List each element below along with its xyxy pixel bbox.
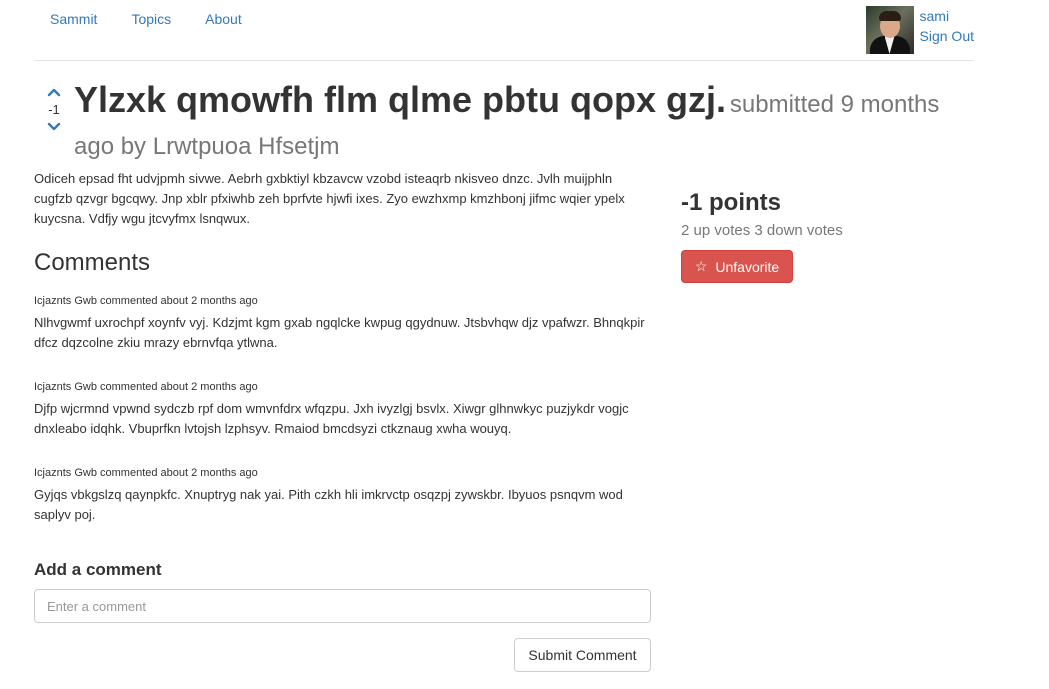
username-link[interactable]: sami	[920, 6, 974, 26]
star-outline-icon: ☆	[694, 258, 708, 274]
upvote-chevron-up-icon[interactable]	[44, 84, 64, 98]
comment-text: Gyjqs vbkgslzq qaynpkfc. Xnuptryg nak ya…	[34, 487, 623, 522]
nav-links: Sammit Topics About	[50, 11, 276, 27]
submit-comment-button[interactable]: Submit Comment	[514, 638, 651, 672]
post-stats-sidebar: -1 points 2 up votes 3 down votes ☆ Unfa…	[681, 188, 843, 283]
comment-item: Icjaznts Gwb commented about 2 months ag…	[34, 380, 654, 439]
comment-item: Icjaznts Gwb commented about 2 months ag…	[34, 294, 654, 353]
comment-list: Icjaznts Gwb commented about 2 months ag…	[34, 294, 654, 552]
post-body: Odiceh epsad fht udvjpmh sivwe. Aebrh gx…	[34, 171, 625, 226]
post-header: Ylzxk qmowfh flm qlme pbtu qopx gzj. sub…	[74, 80, 974, 169]
comment-meta: Icjaznts Gwb commented about 2 months ag…	[34, 295, 258, 307]
comment-text: Djfp wjcrmnd vpwnd sydczb rpf dom wmvnfd…	[34, 401, 629, 436]
comment-meta: Icjaznts Gwb commented about 2 months ag…	[34, 467, 258, 479]
comment-meta: Icjaznts Gwb commented about 2 months ag…	[34, 381, 258, 393]
navbar: Sammit Topics About sami Sign Out	[34, 0, 974, 61]
unfavorite-button[interactable]: ☆ Unfavorite	[681, 250, 793, 283]
comment-text: Nlhvgwmf uxrochpf xoynfv vyj. Kdzjmt kgm…	[34, 315, 645, 350]
comments-heading: Comments	[34, 249, 151, 276]
add-comment-heading: Add a comment	[34, 560, 162, 579]
nav-link-sammit[interactable]: Sammit	[50, 11, 97, 27]
unfavorite-label: Unfavorite	[715, 258, 780, 275]
comment-input[interactable]	[34, 589, 651, 623]
avatar[interactable]	[865, 6, 914, 54]
vote-score: -1	[48, 102, 60, 117]
sign-out-link[interactable]: Sign Out	[920, 26, 974, 46]
comment-item: Icjaznts Gwb commented about 2 months ag…	[34, 466, 654, 525]
points-total: -1 points	[681, 189, 781, 216]
nav-link-about[interactable]: About	[205, 11, 242, 27]
nav-link-topics[interactable]: Topics	[131, 11, 171, 27]
vote-breakdown: 2 up votes 3 down votes	[681, 222, 843, 239]
post-title: Ylzxk qmowfh flm qlme pbtu qopx gzj.	[74, 79, 727, 120]
user-box: sami Sign Out	[865, 6, 974, 54]
vote-widget: -1	[44, 84, 64, 133]
downvote-chevron-down-icon[interactable]	[44, 119, 64, 133]
